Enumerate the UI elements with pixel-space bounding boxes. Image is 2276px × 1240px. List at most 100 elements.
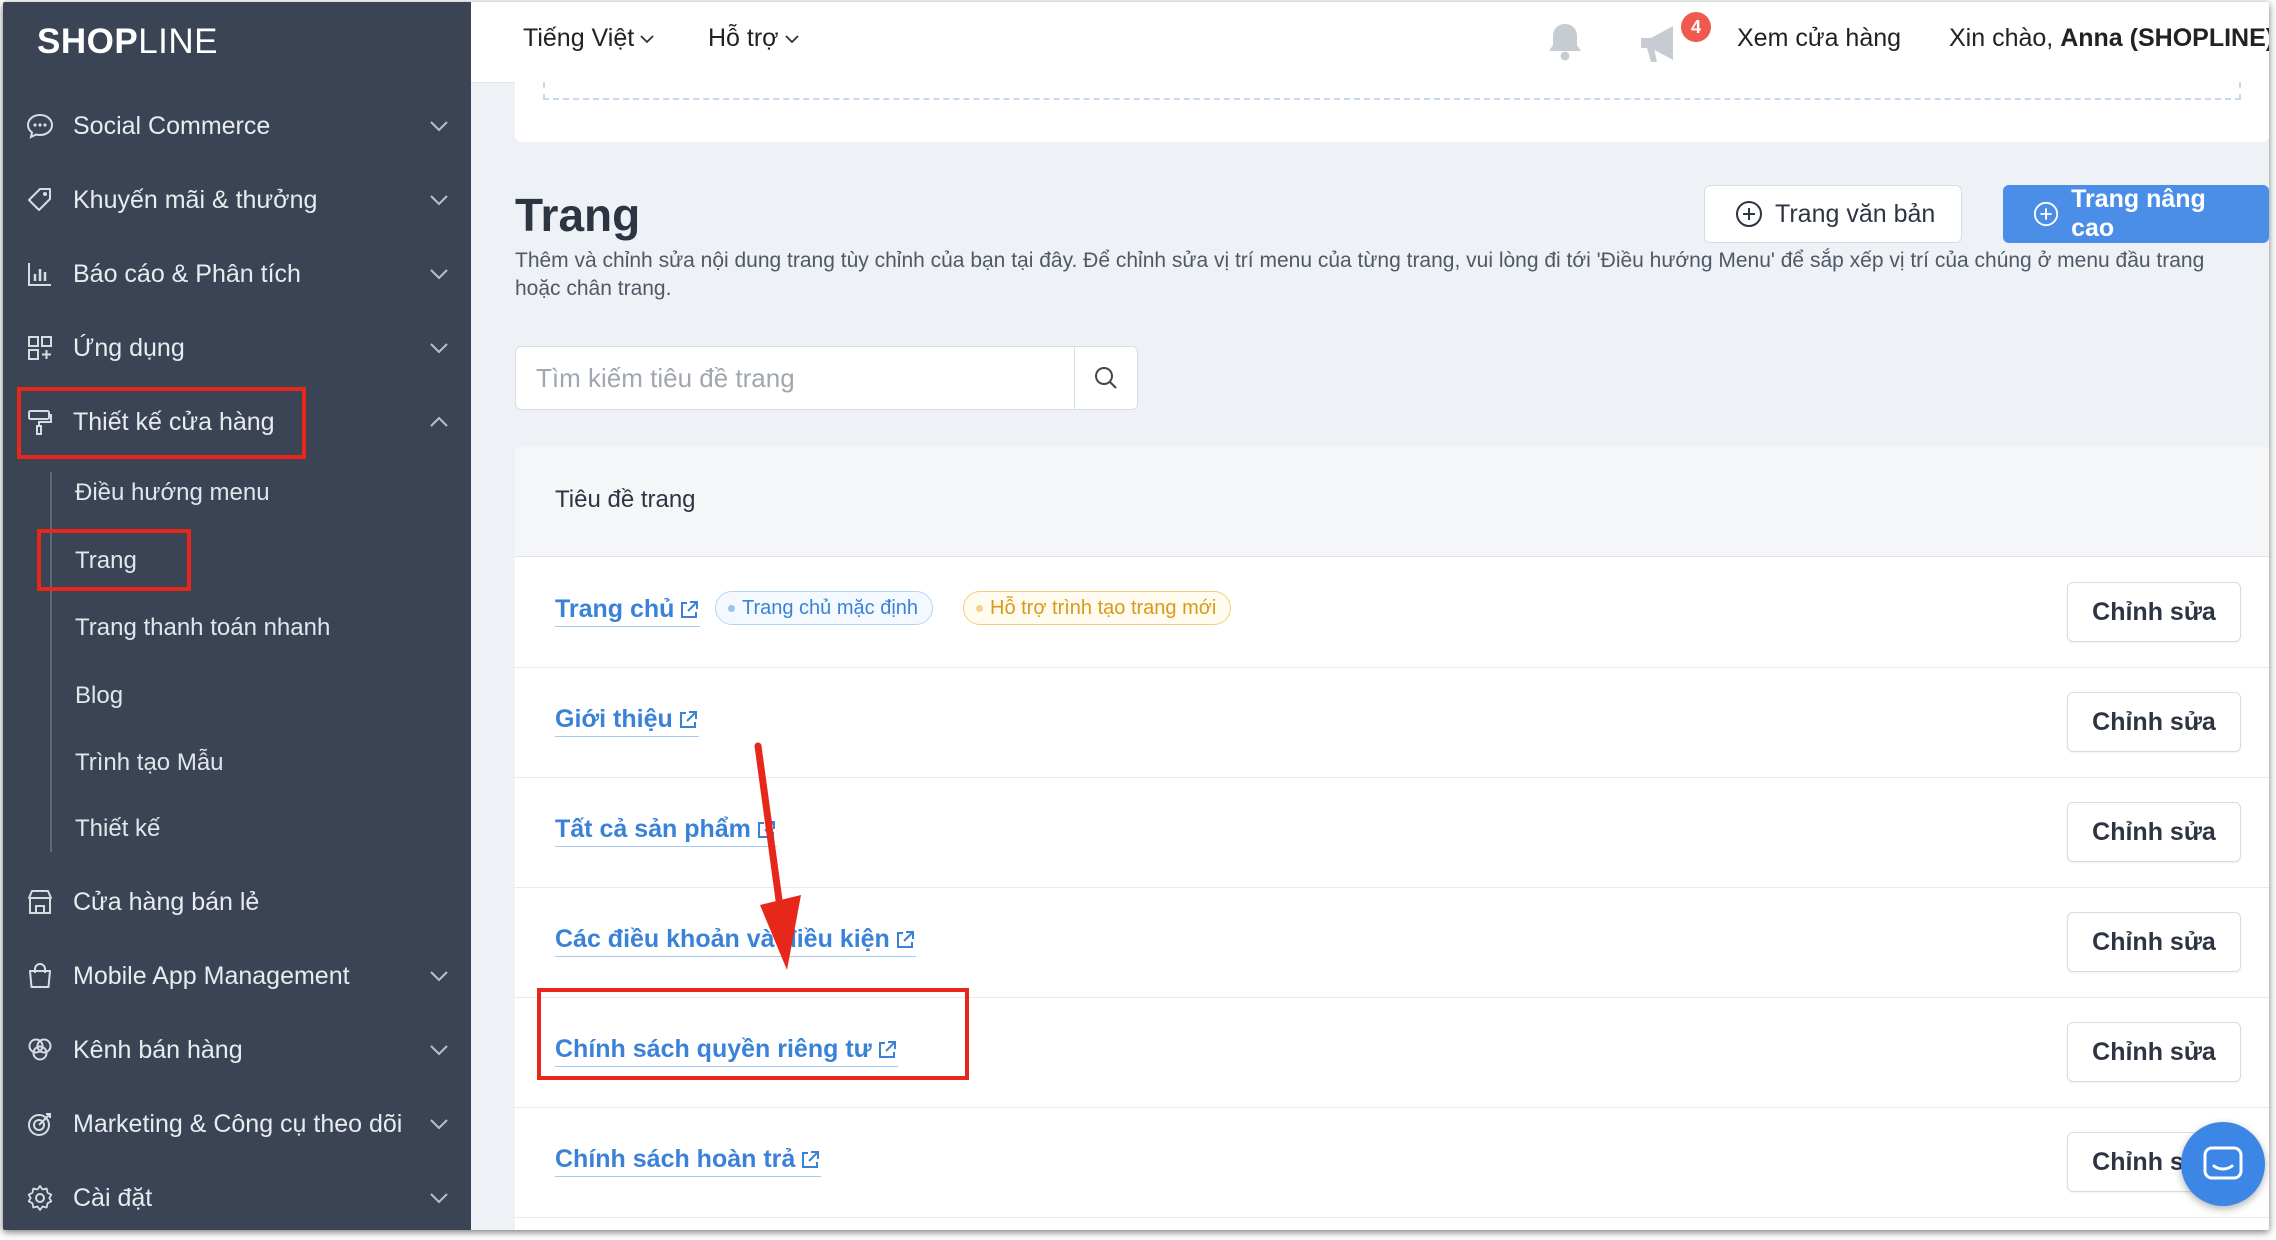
chevron-down-icon (430, 1119, 448, 1130)
sidebar-item-reports[interactable]: Báo cáo & Phân tích (3, 242, 471, 306)
button-label: Trang nâng cao (2071, 185, 2206, 242)
external-link-icon (681, 600, 699, 618)
table-row: Các điều khoản và điều kiện Chỉnh sửa (515, 887, 2269, 998)
page-link-label: Trang chủ (555, 595, 675, 623)
page-link-label: Giới thiệu (555, 705, 673, 733)
chevron-down-icon (430, 269, 448, 280)
external-link-icon (757, 820, 775, 838)
dashed-placeholder (543, 82, 2241, 100)
edit-button[interactable]: Chỉnh sửa (2067, 912, 2241, 972)
bell-icon[interactable] (1543, 20, 1587, 64)
shopline-logo[interactable]: SHOPLINE (37, 22, 218, 62)
button-label: Trang văn bản (1775, 199, 1936, 228)
external-link-icon (679, 710, 697, 728)
user-greeting[interactable]: Xin chào, Anna (SHOPLINE) (1949, 24, 2269, 53)
megaphone-icon[interactable] (1637, 22, 1687, 66)
plus-circle-icon (1736, 201, 1762, 227)
sidebar-item-label: Báo cáo & Phân tích (73, 259, 301, 288)
admin-app: SHOPLINE Social Commerce Khuyến mãi & th… (3, 2, 2269, 1230)
table-row: Chính sách hoàn trả Chỉnh sửa (515, 1107, 2269, 1218)
language-label: Tiếng Việt (523, 24, 635, 52)
sidebar-item-marketing[interactable]: Marketing & Công cụ theo dõi (3, 1092, 471, 1156)
page-link-label: Tất cả sản phẩm (555, 815, 751, 843)
chat-support-button[interactable] (2181, 1122, 2265, 1206)
sidebar-item-promotions[interactable]: Khuyến mãi & thưởng (3, 168, 471, 232)
sidebar-subitem-blog[interactable]: Blog (75, 682, 123, 710)
sidebar-subitem-menu-navigation[interactable]: Điều hướng menu (75, 479, 270, 507)
sidebar-highlight-store-design (17, 387, 306, 459)
channels-icon (28, 1038, 52, 1061)
language-selector[interactable]: Tiếng Việt (523, 24, 654, 53)
page-link[interactable]: Các điều khoản và điều kiện (555, 925, 916, 957)
sidebar-item-label: Mobile App Management (73, 961, 350, 990)
chevron-down-icon (430, 971, 448, 982)
sidebar-item-apps[interactable]: Ứng dụng (3, 316, 471, 380)
chevron-down-icon (430, 195, 448, 206)
sidebar-item-label: Khuyến mãi & thưởng (73, 185, 318, 214)
store-icon (28, 890, 52, 914)
page-link[interactable]: Trang chủ (555, 595, 701, 627)
notification-badge: 4 (1681, 12, 1711, 42)
chevron-down-icon (430, 1045, 448, 1056)
page-title: Trang (515, 189, 641, 241)
edit-button[interactable]: Chỉnh sửa (2067, 582, 2241, 642)
main-content: Trang Thêm và chỉnh sửa nội dung trang t… (471, 82, 2269, 1230)
page-link[interactable]: Tất cả sản phẩm (555, 815, 777, 847)
chevron-down-icon (430, 343, 448, 354)
sidebar-item-social-commerce[interactable]: Social Commerce (3, 94, 471, 158)
bag-icon (29, 963, 51, 988)
sidebar-item-label: Social Commerce (73, 111, 271, 140)
search-icon (1095, 367, 1117, 389)
edit-button[interactable]: Chỉnh sửa (2067, 1022, 2241, 1082)
chart-icon (28, 263, 51, 286)
sidebar-subitem-template-builder[interactable]: Trình tạo Mẫu (75, 749, 224, 777)
page-link-label: Chính sách hoàn trả (555, 1145, 796, 1173)
sidebar-item-label: Cửa hàng bán lẻ (73, 887, 260, 916)
table-header: Tiêu đề trang (515, 446, 2269, 557)
sidebar-item-settings[interactable]: Cài đặt (3, 1166, 471, 1230)
add-advanced-page-button[interactable]: Trang nâng cao (2003, 185, 2269, 243)
greeting-label: Xin chào, (1949, 24, 2054, 52)
sidebar-item-label: Cài đặt (73, 1183, 153, 1212)
sidebar-item-mobile-app[interactable]: Mobile App Management (3, 944, 471, 1008)
external-link-icon (896, 930, 914, 948)
pages-table: Tiêu đề trang Trang chủ Trang chủ mặc đị… (515, 446, 2269, 1230)
target-icon (28, 1113, 51, 1136)
screenshot-frame: SHOPLINE Social Commerce Khuyến mãi & th… (0, 0, 2276, 1240)
sidebar-item-retail-store[interactable]: Cửa hàng bán lẻ (3, 870, 471, 934)
add-text-page-button[interactable]: Trang văn bản (1704, 185, 1963, 243)
page-builder-tag: Hỗ trợ trình tạo trang mới (963, 591, 1232, 625)
user-name: Anna (SHOPLINE) (2060, 24, 2269, 52)
page-link[interactable]: Giới thiệu (555, 705, 699, 737)
plus-circle-icon (2033, 201, 2059, 227)
chevron-up-icon (430, 416, 448, 427)
external-link-icon (802, 1150, 820, 1168)
sidebar-item-label: Ứng dụng (73, 333, 185, 362)
page-description: Thêm và chỉnh sửa nội dung trang tùy chỉ… (515, 249, 2205, 300)
sidebar-subitem-design[interactable]: Thiết kế (75, 815, 160, 843)
table-row: Giới thiệu Chỉnh sửa (515, 667, 2269, 778)
edit-button[interactable]: Chỉnh sửa (2067, 802, 2241, 862)
sidebar-subitem-express-checkout[interactable]: Trang thanh toán nhanh (75, 614, 330, 642)
sidebar-item-sales-channels[interactable]: Kênh bán hàng (3, 1018, 471, 1082)
chat-icon (26, 113, 54, 139)
table-row: Tất cả sản phẩm Chỉnh sửa (515, 777, 2269, 888)
previous-section-card (515, 82, 2269, 142)
support-label: Hỗ trợ (708, 24, 779, 52)
apps-icon (28, 336, 52, 360)
view-store-link[interactable]: Xem cửa hàng (1737, 24, 1901, 53)
search-input[interactable] (515, 346, 1075, 410)
chevron-down-icon (640, 35, 654, 44)
table-row: Trang chủ Trang chủ mặc định Hỗ trợ trìn… (515, 557, 2269, 668)
search-button[interactable] (1074, 346, 1138, 410)
sidebar-item-label: Kênh bán hàng (73, 1035, 243, 1064)
annotation-highlight-privacy-policy (537, 988, 969, 1080)
column-header-page-title: Tiêu đề trang (555, 486, 696, 513)
chevron-down-icon (430, 121, 448, 132)
gear-icon (27, 1185, 53, 1211)
page-link[interactable]: Chính sách hoàn trả (555, 1145, 822, 1177)
chat-bubble-icon (2203, 1146, 2243, 1180)
edit-button[interactable]: Chỉnh sửa (2067, 692, 2241, 752)
sidebar-highlight-pages (37, 529, 191, 591)
support-menu[interactable]: Hỗ trợ (708, 24, 799, 53)
